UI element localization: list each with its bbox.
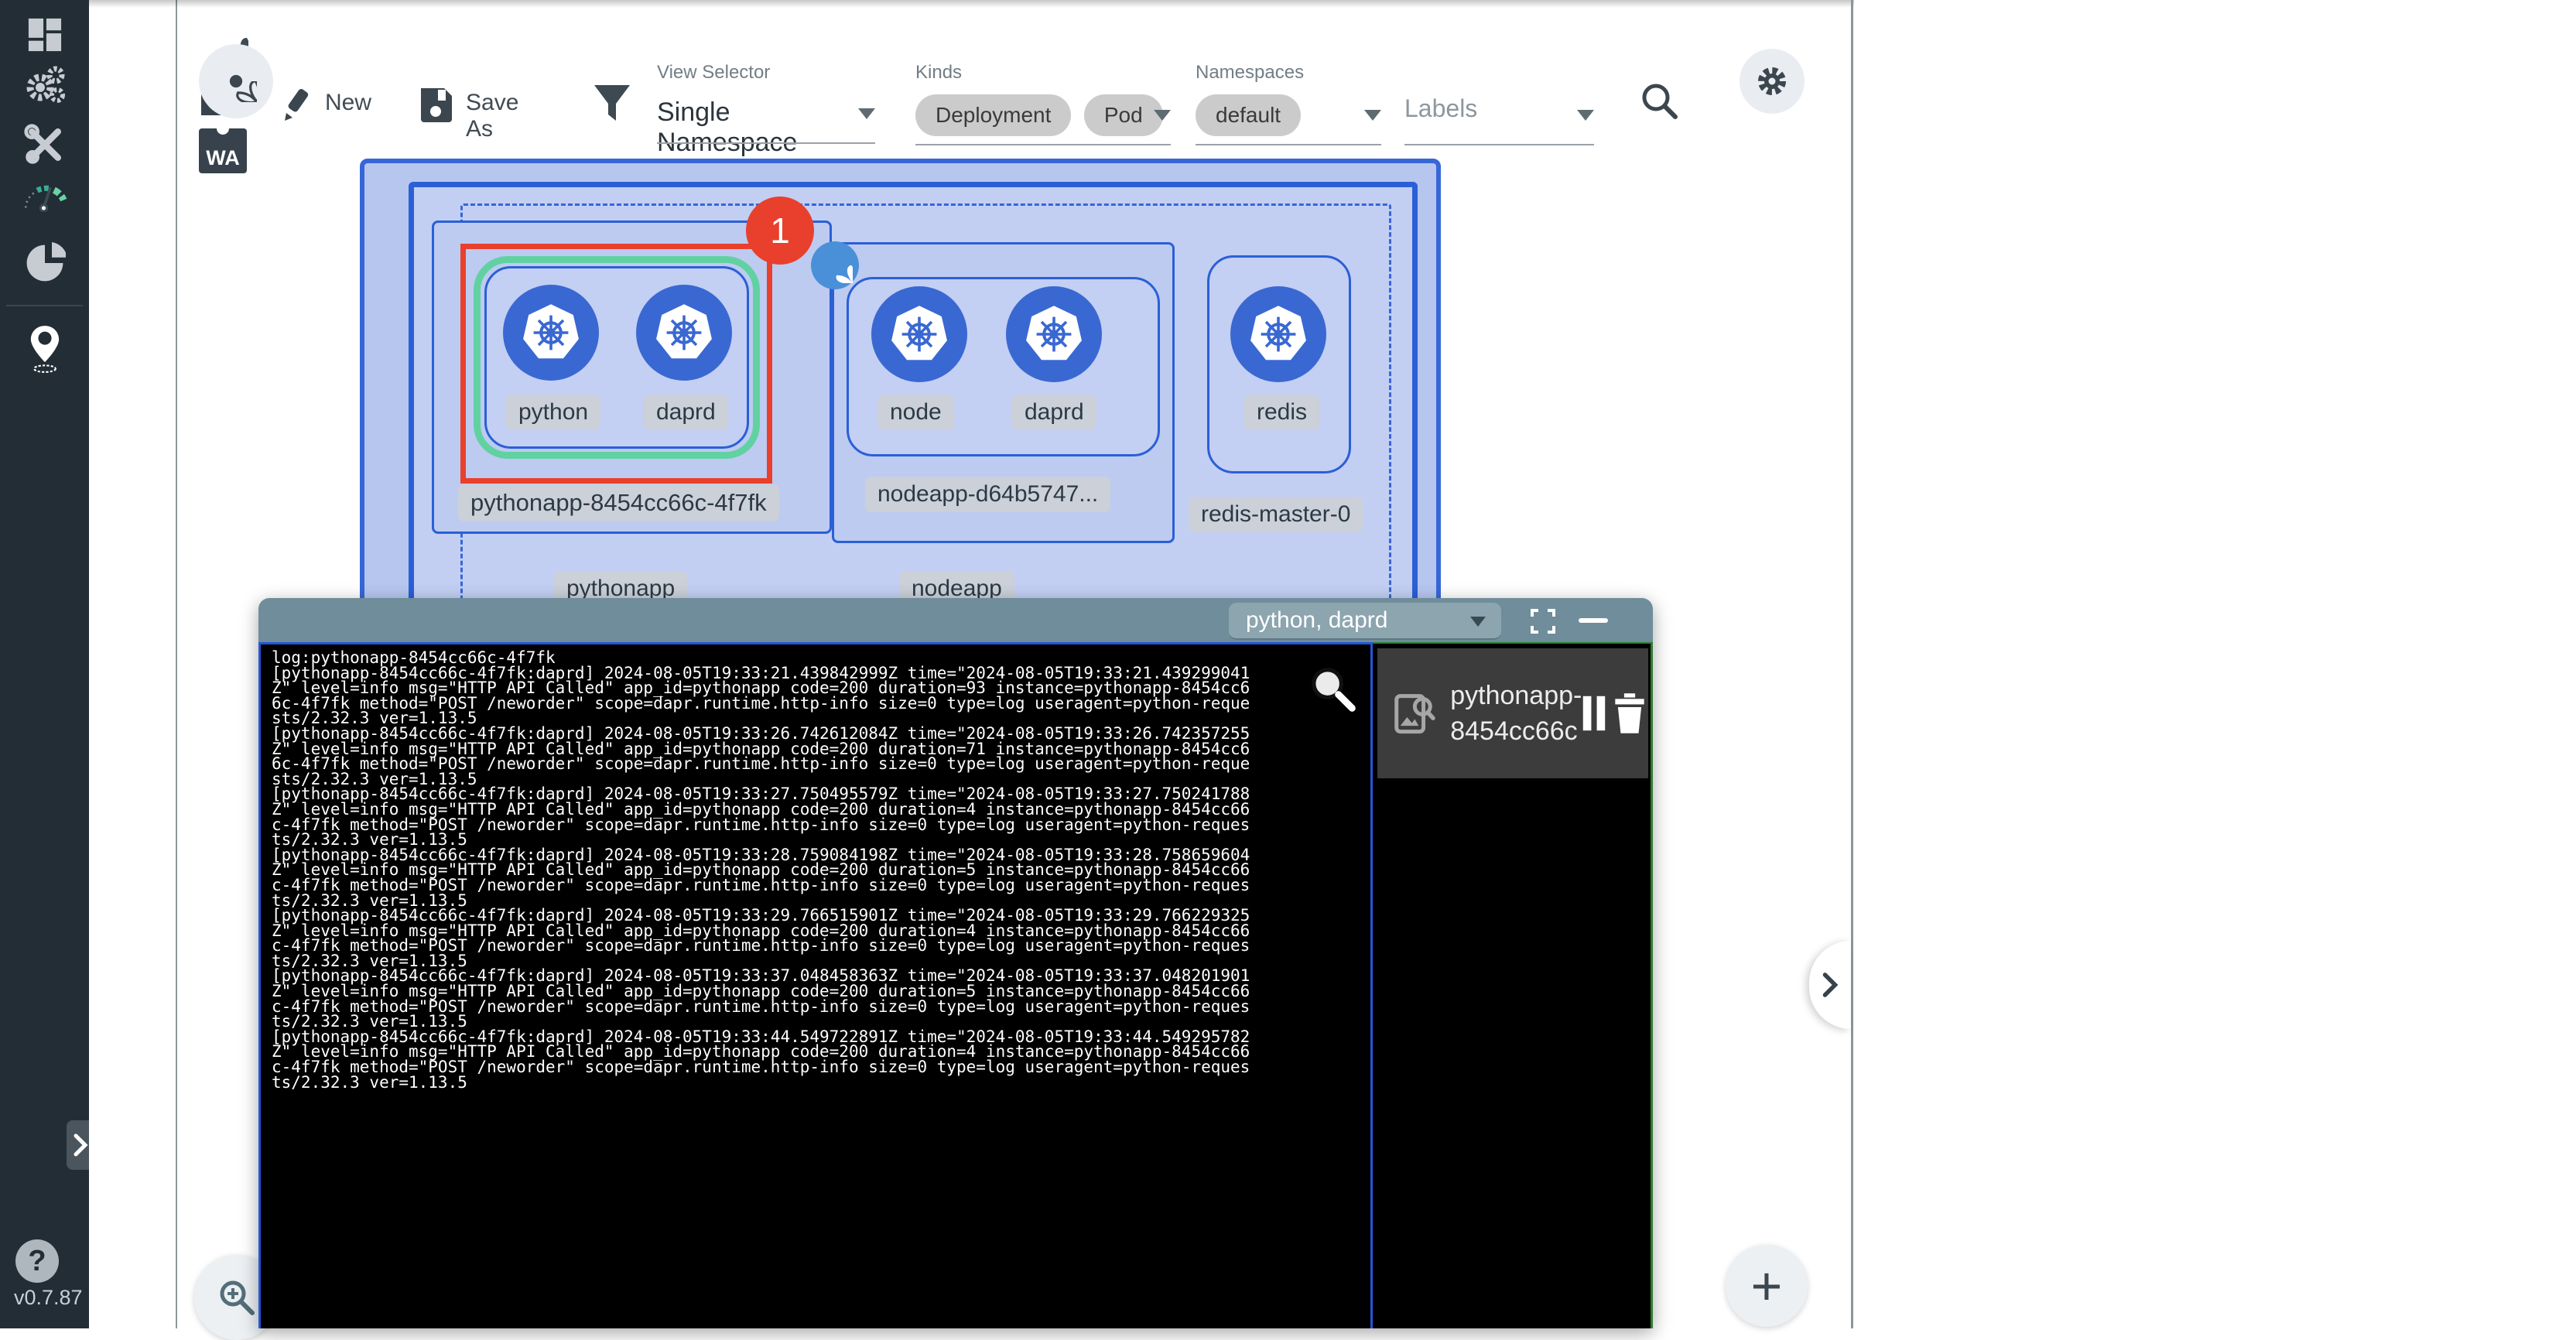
trash-icon[interactable] — [1611, 686, 1648, 740]
save-as-label: Save As — [466, 90, 518, 142]
kind-chip-pod[interactable]: Pod — [1084, 94, 1163, 136]
log-streams-sidebar: pythonapp- 8454cc66c — [1373, 642, 1653, 1328]
wasm-icon[interactable]: WA — [199, 128, 247, 173]
annotation-1-box — [460, 244, 772, 484]
container-selector-dropdown[interactable]: python, daprd — [1229, 603, 1501, 640]
actions-panel: Details Views Metrics Actions 2 PERFORMA… — [1854, 0, 2576, 1328]
gear-button[interactable] — [1740, 49, 1805, 114]
save-as-button[interactable]: Save As — [418, 85, 453, 126]
namespaces-label: Namespaces — [1196, 62, 1304, 84]
panel-divider — [1851, 0, 1853, 1328]
version-label: v0.7.87 — [14, 1286, 83, 1310]
panel-collapse-button[interactable] — [1809, 941, 1851, 1029]
chevron-down-icon — [1470, 617, 1486, 627]
location-pin-icon[interactable] — [0, 314, 89, 384]
pause-icon[interactable] — [1582, 686, 1608, 740]
view-selector-select[interactable]: Single Namespace — [657, 97, 875, 158]
extensions-strip: WA — [89, 0, 176, 1328]
pod-name-label: pythonapp-8454cc66c-4f7fk — [458, 484, 779, 521]
nav-divider — [176, 0, 177, 1328]
gear-icon — [1755, 64, 1789, 98]
container-daprd-node[interactable] — [1006, 286, 1102, 382]
view-selector-value: Single Namespace — [657, 97, 797, 157]
chevron-down-icon — [1364, 110, 1381, 121]
container-selector-value: python, daprd — [1246, 607, 1387, 634]
container-redis-node[interactable] — [1230, 286, 1326, 382]
stream-item-name: pythonapp- 8454cc66c — [1450, 678, 1582, 749]
view-selector-label: View Selector — [657, 62, 770, 84]
terminal-header: python, daprd — [258, 598, 1653, 642]
pod-name-label: nodeapp-d64b5747... — [865, 477, 1110, 512]
performance-gauge-icon[interactable] — [0, 162, 89, 232]
log-document-icon — [1390, 682, 1438, 744]
container-label: node — [877, 395, 954, 430]
kind-chip-deployment[interactable]: Deployment — [915, 94, 1071, 136]
kinds-select[interactable]: Deployment Pod — [915, 94, 1171, 136]
kinds-label: Kinds — [915, 62, 962, 84]
floppy-icon — [418, 85, 453, 122]
zoom-in-icon — [217, 1277, 257, 1318]
stream-list-item[interactable]: pythonapp- 8454cc66c — [1377, 648, 1648, 778]
log-text: log:pythonapp-8454cc66c-4f7fk [pythonapp… — [272, 651, 1355, 1090]
namespaces-select[interactable]: default — [1196, 94, 1381, 136]
chevron-down-icon — [858, 108, 875, 119]
labels-filter-input[interactable]: Labels — [1404, 94, 1594, 123]
search-icon[interactable] — [1639, 80, 1679, 125]
kanvas-flower-button[interactable] — [199, 44, 273, 118]
extensions-pie-icon[interactable] — [0, 228, 89, 298]
magnifier-cursor-icon — [1307, 663, 1358, 714]
wasm-label: WA — [206, 146, 240, 170]
container-label: redis — [1244, 395, 1319, 430]
fullscreen-icon[interactable] — [1529, 607, 1557, 639]
filter-funnel-icon[interactable] — [593, 84, 631, 128]
log-output-area[interactable]: log:pythonapp-8454cc66c-4f7fk [pythonapp… — [258, 642, 1373, 1328]
pod-name-label: redis-master-0 — [1189, 497, 1363, 532]
minimize-icon[interactable] — [1579, 618, 1608, 623]
pencil-icon — [280, 87, 314, 122]
container-label: daprd — [1012, 395, 1096, 430]
left-sidebar: ? v0.7.87 — [0, 0, 89, 1328]
namespace-chip-default[interactable]: default — [1196, 94, 1301, 136]
sidebar-divider — [6, 305, 83, 306]
chevron-down-icon — [1577, 110, 1594, 121]
add-fab[interactable]: + — [1726, 1245, 1808, 1327]
log-terminal-window[interactable]: python, daprd log:pythonapp-8454cc66c-4f… — [258, 598, 1653, 1328]
container-node-node[interactable] — [871, 286, 967, 382]
annotation-1-badge: 1 — [746, 197, 814, 265]
meshery-node-badge-icon[interactable] — [811, 241, 859, 289]
chevron-down-icon — [1154, 110, 1171, 121]
help-button[interactable]: ? — [15, 1239, 59, 1283]
labels-placeholder: Labels — [1404, 94, 1477, 122]
new-label: New — [325, 90, 371, 116]
new-button[interactable]: New — [280, 87, 314, 126]
